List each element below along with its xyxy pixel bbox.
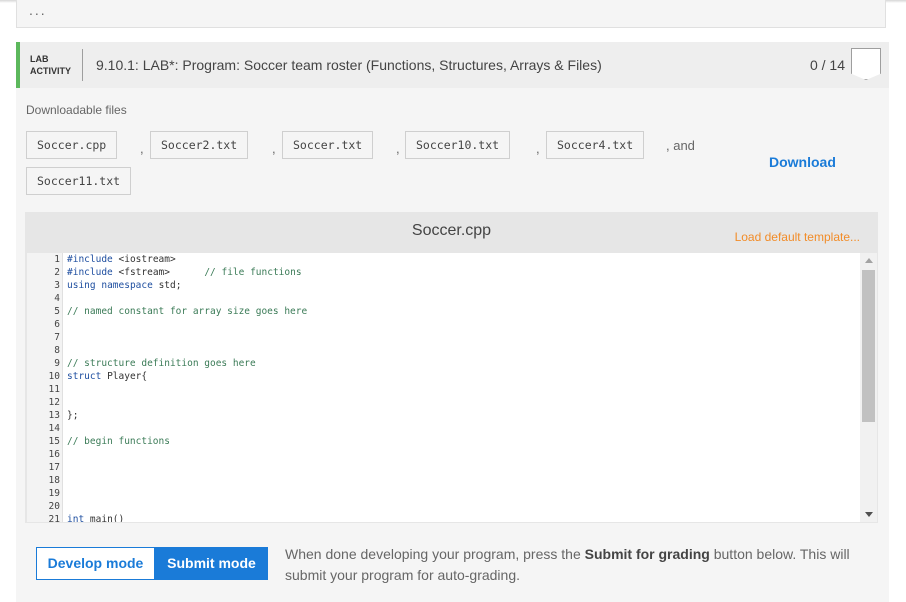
lab-label-line1: LAB [30, 54, 49, 64]
code-line: 1 #include <iostream> [27, 253, 860, 266]
line-number: 20 [48, 501, 60, 512]
file-chip-soccer-txt[interactable]: Soccer.txt [282, 131, 374, 159]
line-number: 11 [48, 384, 60, 395]
code-line: 10 struct Player{ [27, 370, 860, 383]
downloadable-files-title: Downloadable files [26, 103, 127, 117]
files-and-text: , and [666, 138, 695, 153]
mode-toggle: Develop mode Submit mode [36, 547, 268, 580]
editor-scrollbar[interactable] [860, 253, 877, 522]
code-line: 5 // named constant for array size goes h… [27, 305, 860, 318]
line-number: 8 [54, 345, 60, 356]
file-chip-soccer2-txt[interactable]: Soccer2.txt [150, 131, 249, 159]
lab-label-line2: ACTIVITY [30, 66, 72, 76]
line-number: 6 [54, 319, 60, 330]
header-divider [82, 49, 83, 81]
code-text: #include <iostream> [67, 254, 176, 265]
develop-mode-button[interactable]: Develop mode [36, 547, 155, 580]
line-number: 7 [54, 332, 60, 343]
completion-badge-icon [851, 48, 881, 80]
load-default-template-link[interactable]: Load default template... [735, 230, 860, 244]
file-separator: , [536, 141, 540, 156]
code-line: 19 [27, 487, 860, 500]
file-separator: , [396, 141, 400, 156]
code-line: 14 [27, 422, 860, 435]
lab-activity-header: LAB ACTIVITY 9.10.1: LAB*: Program: Socc… [16, 42, 889, 88]
previous-section-ellipsis: ... [29, 2, 47, 18]
code-line: 8 [27, 344, 860, 357]
code-line: 17 [27, 461, 860, 474]
code-text: int main() [67, 514, 125, 522]
line-number: 3 [54, 280, 60, 291]
code-line: 15 // begin functions [27, 435, 860, 448]
code-line: 11 [27, 383, 860, 396]
scroll-down-icon[interactable] [865, 512, 873, 517]
code-line: 4 [27, 292, 860, 305]
line-number: 9 [54, 358, 60, 369]
scroll-up-icon[interactable] [865, 258, 873, 263]
submit-note-bold: Submit for grading [584, 546, 710, 562]
line-number: 14 [48, 423, 60, 434]
line-number: 1 [54, 254, 60, 265]
code-text: // structure definition goes here [67, 358, 256, 369]
line-number: 4 [54, 293, 60, 304]
code-line: 9 // structure definition goes here [27, 357, 860, 370]
code-text: // named constant for array size goes he… [67, 306, 308, 317]
code-line: 3 using namespace std; [27, 279, 860, 292]
code-text: #include <fstream> // file functions [67, 267, 302, 278]
code-line: 21 int main() [27, 513, 860, 522]
line-number: 13 [48, 410, 60, 421]
line-number: 12 [48, 397, 60, 408]
code-text: struct Player{ [67, 371, 148, 382]
code-line: 20 [27, 500, 860, 513]
code-editor[interactable]: 1 #include <iostream> 2 #include <fstream> … [27, 253, 860, 522]
submit-mode-button[interactable]: Submit mode [155, 547, 268, 580]
previous-section-card: ... [16, 0, 886, 28]
line-number: 17 [48, 462, 60, 473]
download-link[interactable]: Download [769, 154, 836, 170]
code-line: 7 [27, 331, 860, 344]
code-line: 13}; [27, 409, 860, 422]
lab-activity-label: LAB ACTIVITY [30, 53, 71, 77]
code-line: 6 [27, 318, 860, 331]
line-number: 19 [48, 488, 60, 499]
line-number: 5 [54, 306, 60, 317]
code-line: 2 #include <fstream> // file functions [27, 266, 860, 279]
file-chip-soccer-cpp[interactable]: Soccer.cpp [26, 131, 118, 159]
code-text: }; [67, 410, 79, 421]
submit-instructions: When done developing your program, press… [285, 544, 865, 586]
scroll-thumb[interactable] [862, 270, 875, 422]
lab-title: 9.10.1: LAB*: Program: Soccer team roste… [96, 57, 602, 73]
line-number: 18 [48, 475, 60, 486]
line-number: 15 [48, 436, 60, 447]
line-number: 16 [48, 449, 60, 460]
code-lines: 1 #include <iostream> 2 #include <fstream> … [27, 253, 860, 522]
code-line: 16 [27, 448, 860, 461]
code-text: // begin functions [67, 436, 170, 447]
file-separator: , [272, 141, 276, 156]
file-separator: , [140, 141, 144, 156]
file-chip-soccer11-txt[interactable]: Soccer11.txt [26, 167, 132, 195]
lab-score: 0 / 14 [809, 57, 845, 73]
line-number: 10 [48, 371, 60, 382]
submit-note-before: When done developing your program, press… [285, 546, 585, 562]
file-chip-soccer4-txt[interactable]: Soccer4.txt [546, 131, 645, 159]
file-chip-soccer10-txt[interactable]: Soccer10.txt [405, 131, 511, 159]
code-text: using namespace std; [67, 280, 182, 291]
line-number: 21 [48, 514, 60, 522]
line-number: 2 [54, 267, 60, 278]
code-line: 12 [27, 396, 860, 409]
code-line: 18 [27, 474, 860, 487]
